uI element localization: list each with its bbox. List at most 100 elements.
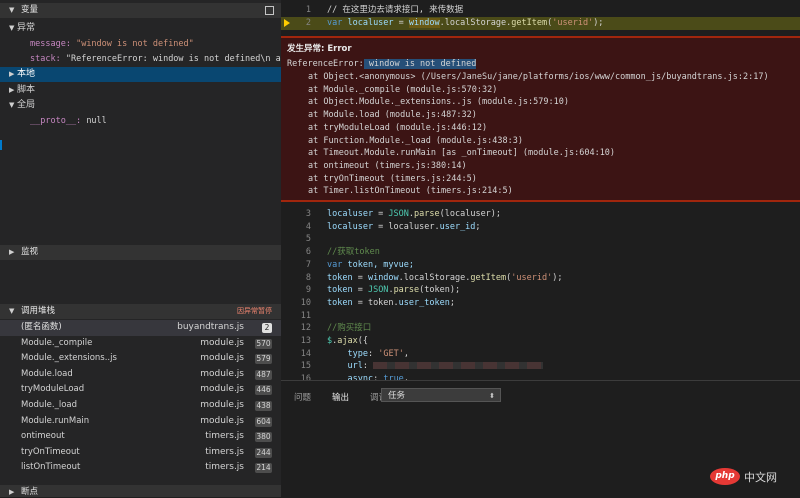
line-number: 13 — [300, 336, 311, 346]
variable-proto[interactable]: __proto__: null — [30, 114, 281, 129]
frame-line-badge: 604 — [255, 416, 272, 427]
callstack-frame[interactable]: Module.runMain module.js 604 — [0, 414, 281, 430]
breakpoints-title: 断点 — [21, 487, 39, 497]
debug-sidebar: ▼ 变量 ▼ 异常 message: "window is not defined"… — [0, 0, 281, 497]
watermark-logo: php 中文网 — [708, 466, 798, 488]
stack-trace-line: at Object.<anonymous> (/Users/JaneSu/jan… — [308, 72, 769, 82]
frame-line-badge: 380 — [255, 432, 272, 443]
line-number: 8 — [305, 272, 311, 283]
callstack-frame[interactable]: Module.load module.js 487 — [0, 367, 281, 383]
code-line: 12 //购买接口 — [281, 322, 800, 335]
exception-message[interactable]: ReferenceError: window is not defined — [287, 59, 477, 69]
stack-trace-line: at ontimeout (timers.js:380:14) — [308, 160, 467, 171]
code-line: 1 // 在这里边去请求接口, 来传数据 — [281, 4, 800, 17]
code-line: 10 token = token.user_token; — [281, 297, 800, 310]
callstack-frame[interactable]: Module._compile module.js 570 — [0, 336, 281, 352]
watermark-text: 中文网 — [744, 471, 777, 484]
frame-function: tryModuleLoad — [21, 384, 85, 395]
stack-trace-line: at tryOnTimeout (timers.js:244:5) — [308, 173, 477, 184]
stack-trace-line: at tryModuleLoad (module.js:446:12) — [308, 122, 488, 133]
chevron-down-icon: ▼ — [9, 307, 15, 315]
code-text: var localuser = window.localStorage.getI… — [327, 18, 604, 28]
callstack-frame[interactable]: tryOnTimeout timers.js 244 — [0, 445, 281, 461]
collapse-all-icon[interactable] — [265, 6, 274, 15]
exception-title: 发生异常: Error — [287, 44, 352, 54]
line-number: 15 — [300, 361, 311, 372]
variable-stack[interactable]: stack: "ReferenceError: window is not de… — [30, 52, 281, 67]
variable-name: __proto__: — [30, 116, 82, 126]
frame-function: Module.runMain — [21, 415, 90, 426]
callstack-frame[interactable]: listOnTimeout timers.js 214 — [0, 460, 281, 476]
tab-output[interactable]: 输出 — [332, 391, 349, 403]
code-text: //购买接口 — [327, 323, 372, 334]
callstack-frame[interactable]: tryModuleLoad module.js 446 — [0, 382, 281, 398]
code-line: 11 — [281, 310, 800, 323]
callstack-frame[interactable]: Module._extensions..js module.js 579 — [0, 351, 281, 367]
line-number: 5 — [305, 234, 311, 245]
chevron-down-icon: ▼ — [9, 101, 15, 109]
line-number: 3 — [305, 209, 311, 219]
variables-section-header[interactable]: ▼ 变量 — [0, 3, 281, 18]
frame-function: (匿名函数) — [21, 322, 62, 332]
tree-item-local[interactable]: ▶ 本地 — [0, 67, 281, 82]
code-text: async: true, — [347, 374, 409, 380]
line-number: 1 — [305, 5, 311, 15]
code-line: 7 var token, myvue; — [281, 259, 800, 272]
code-text: var token, myvue; — [327, 259, 415, 270]
code-text: //获取token — [327, 247, 380, 258]
php-logo-icon: php — [710, 468, 740, 485]
code-text: token = token.user_token; — [327, 297, 455, 308]
frame-file: module.js — [200, 415, 244, 426]
variable-name: stack: — [30, 54, 61, 64]
frame-function: ontimeout — [21, 431, 65, 442]
code-line: 5 — [281, 233, 800, 246]
callstack-frame[interactable]: (匿名函数) buyandtrans.js 2 — [0, 320, 281, 336]
chevron-right-icon: ▶ — [9, 248, 15, 256]
callstack-frame[interactable]: Module._load module.js 438 — [0, 398, 281, 414]
frame-file: module.js — [200, 368, 244, 379]
line-number: 4 — [305, 221, 311, 232]
code-text: token = JSON.parse(token); — [327, 285, 461, 296]
frame-file: module.js — [200, 384, 244, 395]
tree-item-script[interactable]: ▶ 脚本 — [9, 83, 281, 98]
code-line: 4 localuser = localuser.user_id; — [281, 221, 800, 234]
tab-problems[interactable]: 问题 — [294, 391, 311, 403]
line-number: 14 — [300, 348, 311, 359]
breakpoints-section-header[interactable]: ▶ 断点 — [0, 485, 281, 497]
callstack-section-header[interactable]: ▼ 调用堆栈 因异常暂停 — [0, 304, 281, 319]
stack-trace-line: at Function.Module._load (module.js:438:… — [308, 135, 523, 146]
variable-value: "window is not defined" — [76, 39, 194, 49]
frame-file: buyandtrans.js — [177, 322, 244, 332]
watch-section-header[interactable]: ▶ 监视 — [0, 245, 281, 260]
tree-label-exception: 异常 — [17, 23, 36, 33]
tree-label-global: 全局 — [17, 100, 36, 110]
frame-function: Module.load — [21, 368, 73, 379]
line-number: 6 — [305, 247, 311, 258]
frame-line-badge: 438 — [255, 401, 272, 411]
code-line: 9 token = JSON.parse(token); — [281, 284, 800, 297]
paused-badge: 因异常暂停 — [237, 307, 272, 315]
variable-message[interactable]: message: "window is not defined" — [30, 37, 281, 52]
callstack-title: 调用堆栈 — [21, 306, 56, 316]
code-line: 8 token = window.localStorage.getItem('us… — [281, 272, 800, 285]
line-number: 12 — [300, 323, 311, 334]
chevron-down-icon: ▼ — [9, 6, 15, 14]
line-number: 10 — [300, 297, 311, 308]
frame-function: Module._compile — [21, 337, 93, 348]
frame-file: module.js — [200, 353, 244, 364]
code-comment: // 在这里边去请求接口, 来传数据 — [327, 5, 464, 15]
tree-item-exception[interactable]: ▼ 异常 — [9, 21, 281, 36]
code-line: 13 $.ajax({ — [281, 335, 800, 348]
line-number: 7 — [305, 259, 311, 270]
stack-trace-line: at Object.Module._extensions..js (module… — [308, 97, 569, 108]
tree-item-global[interactable]: ▼ 全局 — [9, 98, 281, 113]
chevron-updown-icon: ⬍ — [489, 392, 495, 400]
output-channel-select[interactable]: 任务 ⬍ — [381, 388, 501, 402]
callstack-frame[interactable]: ontimeout timers.js 380 — [0, 429, 281, 445]
frame-line-badge: 244 — [255, 447, 272, 458]
code-text: localuser = localuser.user_id; — [327, 221, 481, 232]
line-number: 16 — [300, 374, 311, 380]
frame-file: timers.js — [205, 462, 244, 473]
line-number: 11 — [300, 310, 311, 321]
code-line: 16 async: true, — [281, 373, 800, 380]
